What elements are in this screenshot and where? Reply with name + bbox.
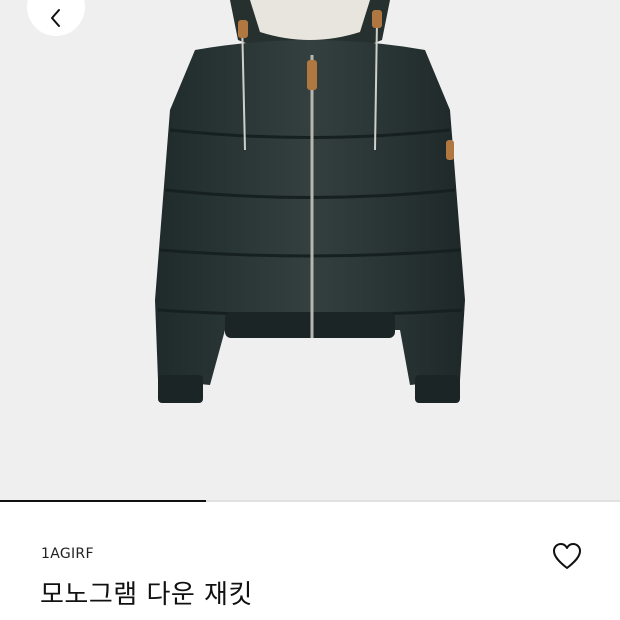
product-image: [155, 0, 465, 403]
heart-outline-icon: [553, 543, 581, 569]
chevron-left-icon: [51, 9, 60, 27]
product-image-gallery[interactable]: [0, 0, 620, 500]
product-sku: 1AGIRF: [41, 546, 94, 562]
product-info: 1AGIRF 모노그램 다운 재킷: [0, 502, 620, 620]
wishlist-button[interactable]: [552, 542, 582, 570]
back-button[interactable]: [27, 0, 85, 36]
product-title: 모노그램 다운 재킷: [40, 580, 253, 610]
